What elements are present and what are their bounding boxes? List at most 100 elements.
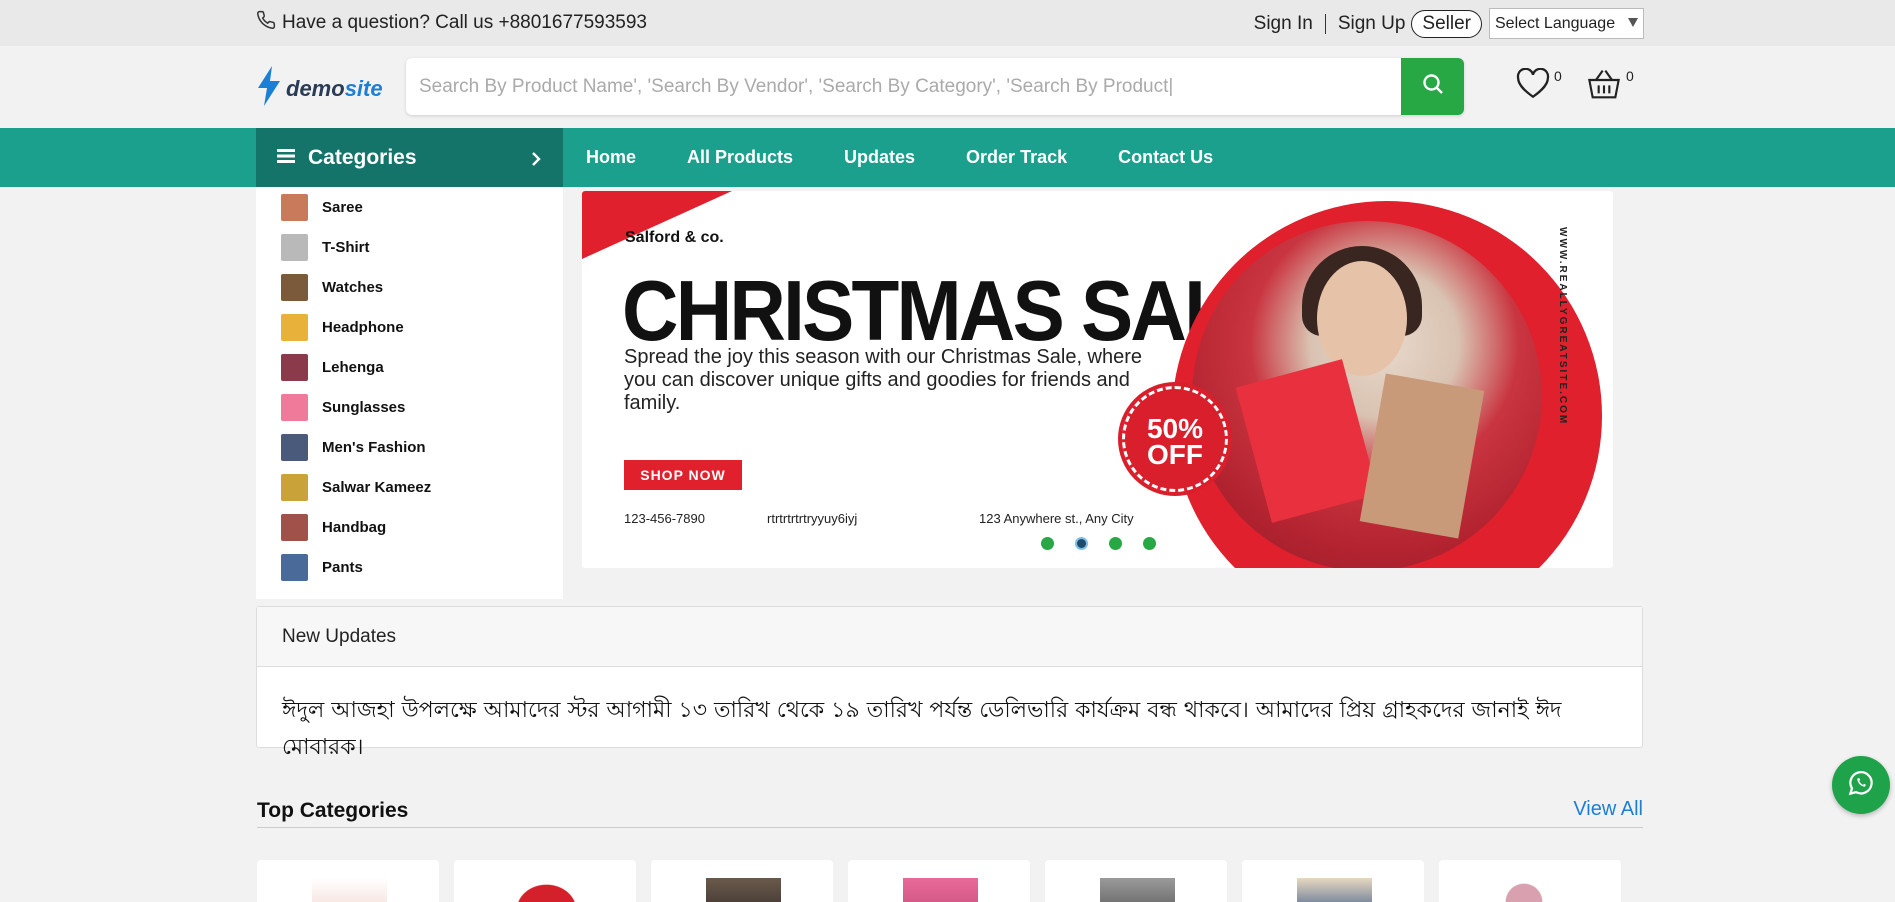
banner-brand: Salford & co. [625, 229, 724, 246]
updates-panel: New Updates ঈদুল আজহা উপলক্ষে আমাদের স্ট… [256, 606, 1643, 760]
category-card-image [312, 878, 387, 902]
category-item-salwar-kameez[interactable]: Salwar Kameez [256, 467, 563, 507]
category-label: T-Shirt [322, 238, 370, 256]
banner-address: 123 Anywhere st., Any City [979, 511, 1134, 526]
language-select-value: Select Language [1495, 14, 1616, 32]
carousel-dot[interactable] [1109, 537, 1122, 550]
carousel-dot-active[interactable] [1075, 537, 1088, 550]
lightning-logo-icon [256, 66, 282, 111]
category-card-image [1100, 878, 1175, 902]
carousel-dots [1041, 537, 1156, 550]
category-card-image [903, 878, 978, 902]
search-icon [1421, 72, 1445, 101]
category-label: Handbag [322, 518, 387, 536]
banner-corner-accent [582, 191, 732, 259]
basket-icon [1586, 68, 1622, 103]
top-categories-header: Top Categories View All [257, 796, 1643, 828]
category-thumbnail [281, 193, 308, 221]
phone-text: Have a question? Call us +8801677593593 [282, 12, 647, 33]
category-thumbnail [281, 273, 308, 301]
category-label: Sunglasses [322, 398, 406, 416]
category-card-image [706, 878, 781, 902]
nav-home[interactable]: Home [586, 147, 636, 168]
shop-now-button[interactable]: SHOP NOW [624, 460, 742, 490]
category-card[interactable] [651, 860, 833, 902]
categories-label: Categories [308, 145, 417, 169]
search-input[interactable]: Search By Product Name', 'Search By Vend… [406, 58, 1401, 115]
updates-heading: New Updates [257, 607, 1642, 667]
main-nav: Categories Home All Products Updates Ord… [0, 128, 1895, 187]
logo-text-main: demo [286, 75, 345, 101]
category-card-image [1494, 878, 1569, 902]
carousel-dot[interactable] [1143, 537, 1156, 550]
sign-up-link[interactable]: Sign Up [1338, 13, 1406, 35]
category-label: Salwar Kameez [322, 478, 432, 496]
category-thumbnail [281, 513, 308, 541]
category-thumbnail [281, 353, 308, 381]
discount-badge: 50% OFF [1118, 382, 1232, 496]
banner-phone: 123-456-7890 [624, 511, 705, 526]
sign-in-link[interactable]: Sign In [1254, 13, 1313, 35]
category-card[interactable] [848, 860, 1030, 902]
category-item-mens-fashion[interactable]: Men's Fashion [256, 427, 563, 467]
shopping-bag [1359, 373, 1485, 539]
heart-icon [1516, 67, 1550, 103]
wishlist[interactable]: 0 [1516, 67, 1562, 103]
category-label: Headphone [322, 318, 404, 336]
top-categories-title: Top Categories [257, 799, 409, 822]
dropdown-arrow-icon [1627, 15, 1639, 33]
model-face [1317, 261, 1407, 376]
banner-model-photo [1192, 221, 1542, 568]
category-thumbnail [281, 233, 308, 261]
category-item-handbag[interactable]: Handbag [256, 507, 563, 547]
carousel-dot[interactable] [1041, 537, 1054, 550]
category-item-sunglasses[interactable]: Sunglasses [256, 387, 563, 427]
seller-button[interactable]: Seller [1411, 9, 1482, 38]
category-label: Pants [322, 558, 363, 576]
category-list: Saree T-Shirt Watches Headphone Lehenga … [256, 187, 563, 599]
category-item-lehenga[interactable]: Lehenga [256, 347, 563, 387]
category-item-watches[interactable]: Watches [256, 267, 563, 307]
banner-code: rtrtrtrtrtryyuy6iyj [767, 511, 858, 526]
logo-text: demosite [286, 76, 383, 102]
categories-toggle[interactable]: Categories [256, 128, 563, 187]
view-all-link[interactable]: View All [1573, 798, 1643, 821]
hero-banner[interactable]: Salford & co. CHRISTMAS SALE Spread the … [582, 191, 1613, 568]
category-item-saree[interactable]: Saree [256, 187, 563, 227]
category-card[interactable] [1045, 860, 1227, 902]
nav-order-track[interactable]: Order Track [966, 147, 1067, 168]
category-thumbnail [281, 313, 308, 341]
site-logo[interactable]: demosite [256, 66, 383, 111]
logo-text-accent: site [344, 75, 383, 101]
cart-count: 0 [1626, 68, 1634, 84]
category-label: Men's Fashion [322, 438, 426, 456]
category-card[interactable] [454, 860, 636, 902]
nav-updates[interactable]: Updates [844, 147, 915, 168]
whatsapp-chat-button[interactable] [1832, 756, 1890, 814]
nav-all-products[interactable]: All Products [687, 147, 793, 168]
category-item-pants[interactable]: Pants [256, 547, 563, 587]
contact-phone: Have a question? Call us +8801677593593 [256, 10, 647, 36]
category-item-headphone[interactable]: Headphone [256, 307, 563, 347]
phone-icon [256, 10, 276, 36]
banner-description: Spread the joy this season with our Chri… [624, 346, 1143, 414]
category-card-image [1297, 878, 1372, 902]
search-button[interactable] [1401, 58, 1464, 115]
category-card[interactable] [1439, 860, 1621, 902]
whatsapp-icon [1846, 768, 1876, 803]
wishlist-count: 0 [1554, 68, 1562, 84]
badge-off: OFF [1147, 439, 1203, 470]
category-thumbnail [281, 393, 308, 421]
language-select[interactable]: Select Language [1489, 8, 1644, 39]
category-card[interactable] [1242, 860, 1424, 902]
category-card-image [509, 878, 584, 902]
cart[interactable]: 0 [1586, 68, 1634, 103]
updates-message: ঈদুল আজহা উপলক্ষে আমাদের স্টর আগামী ১৩ ত… [282, 698, 1562, 760]
category-card[interactable] [257, 860, 439, 902]
category-label: Watches [322, 278, 384, 296]
category-label: Saree [322, 198, 363, 216]
top-bar: Have a question? Call us +8801677593593 … [0, 0, 1895, 46]
nav-contact-us[interactable]: Contact Us [1118, 147, 1213, 168]
category-item-t-shirt[interactable]: T-Shirt [256, 227, 563, 267]
banner-website: WWW.REALLYGREATSITE.COM [1557, 227, 1568, 426]
